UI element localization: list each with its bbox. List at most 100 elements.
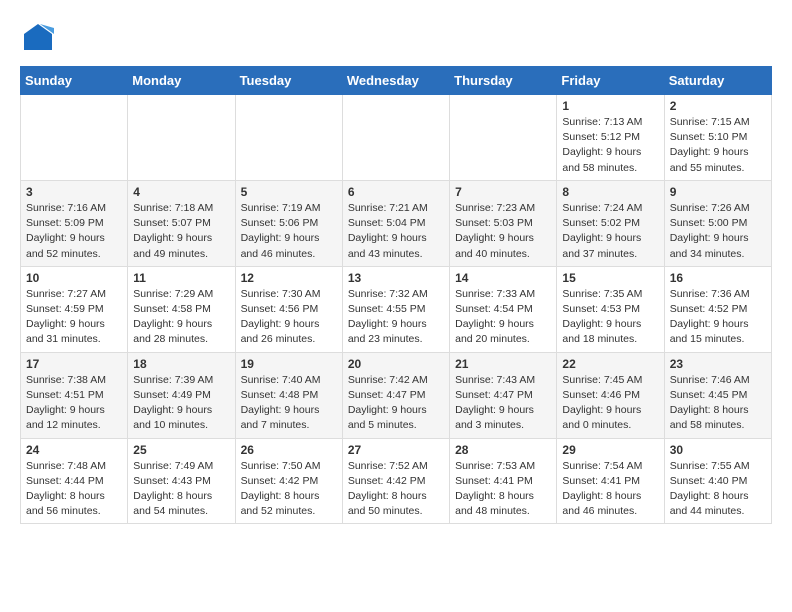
weekday-header: Saturday [664,67,771,95]
day-info: Sunrise: 7:54 AM Sunset: 4:41 PM Dayligh… [562,459,658,520]
calendar-day-cell: 14 Sunrise: 7:33 AM Sunset: 4:54 PM Dayli… [450,266,557,352]
day-info: Sunrise: 7:24 AM Sunset: 5:02 PM Dayligh… [562,201,658,262]
day-number: 15 [562,271,658,285]
day-info: Sunrise: 7:40 AM Sunset: 4:48 PM Dayligh… [241,373,337,434]
day-number: 27 [348,443,444,457]
weekday-header: Sunday [21,67,128,95]
day-number: 5 [241,185,337,199]
day-number: 16 [670,271,766,285]
calendar-day-cell: 21 Sunrise: 7:43 AM Sunset: 4:47 PM Dayli… [450,352,557,438]
logo [20,20,62,56]
day-info: Sunrise: 7:15 AM Sunset: 5:10 PM Dayligh… [670,115,766,176]
day-number: 7 [455,185,551,199]
day-number: 2 [670,99,766,113]
logo-icon [20,20,56,56]
weekday-header: Tuesday [235,67,342,95]
calendar-day-cell: 27 Sunrise: 7:52 AM Sunset: 4:42 PM Dayli… [342,438,449,524]
day-info: Sunrise: 7:52 AM Sunset: 4:42 PM Dayligh… [348,459,444,520]
calendar-day-cell: 10 Sunrise: 7:27 AM Sunset: 4:59 PM Dayli… [21,266,128,352]
day-number: 25 [133,443,229,457]
day-info: Sunrise: 7:19 AM Sunset: 5:06 PM Dayligh… [241,201,337,262]
day-info: Sunrise: 7:36 AM Sunset: 4:52 PM Dayligh… [670,287,766,348]
calendar-day-cell: 17 Sunrise: 7:38 AM Sunset: 4:51 PM Dayli… [21,352,128,438]
calendar-table: SundayMondayTuesdayWednesdayThursdayFrid… [20,66,772,524]
day-number: 18 [133,357,229,371]
day-number: 11 [133,271,229,285]
calendar-day-cell: 30 Sunrise: 7:55 AM Sunset: 4:40 PM Dayli… [664,438,771,524]
weekday-header: Friday [557,67,664,95]
calendar-day-cell: 13 Sunrise: 7:32 AM Sunset: 4:55 PM Dayli… [342,266,449,352]
weekday-header: Wednesday [342,67,449,95]
calendar-week-row: 17 Sunrise: 7:38 AM Sunset: 4:51 PM Dayli… [21,352,772,438]
day-number: 4 [133,185,229,199]
calendar-day-cell: 19 Sunrise: 7:40 AM Sunset: 4:48 PM Dayli… [235,352,342,438]
calendar-week-row: 10 Sunrise: 7:27 AM Sunset: 4:59 PM Dayli… [21,266,772,352]
calendar-day-cell: 2 Sunrise: 7:15 AM Sunset: 5:10 PM Daylig… [664,95,771,181]
day-number: 12 [241,271,337,285]
day-number: 14 [455,271,551,285]
calendar-day-cell: 6Sunrise: 7:21 AM Sunset: 5:04 PM Daylig… [342,180,449,266]
weekday-header: Monday [128,67,235,95]
calendar-day-cell: 9Sunrise: 7:26 AM Sunset: 5:00 PM Daylig… [664,180,771,266]
day-number: 23 [670,357,766,371]
day-info: Sunrise: 7:39 AM Sunset: 4:49 PM Dayligh… [133,373,229,434]
calendar-day-cell: 25Sunrise: 7:49 AM Sunset: 4:43 PM Dayli… [128,438,235,524]
calendar-day-cell: 5 Sunrise: 7:19 AM Sunset: 5:06 PM Daylig… [235,180,342,266]
calendar-day-cell: 3 Sunrise: 7:16 AM Sunset: 5:09 PM Daylig… [21,180,128,266]
day-info: Sunrise: 7:42 AM Sunset: 4:47 PM Dayligh… [348,373,444,434]
calendar-day-cell: 16 Sunrise: 7:36 AM Sunset: 4:52 PM Dayli… [664,266,771,352]
day-info: Sunrise: 7:43 AM Sunset: 4:47 PM Dayligh… [455,373,551,434]
calendar-day-cell: 20 Sunrise: 7:42 AM Sunset: 4:47 PM Dayli… [342,352,449,438]
day-number: 21 [455,357,551,371]
calendar-day-cell: 7Sunrise: 7:23 AM Sunset: 5:03 PM Daylig… [450,180,557,266]
day-info: Sunrise: 7:13 AM Sunset: 5:12 PM Dayligh… [562,115,658,176]
day-info: Sunrise: 7:32 AM Sunset: 4:55 PM Dayligh… [348,287,444,348]
weekday-header: Thursday [450,67,557,95]
calendar-week-row: 1 Sunrise: 7:13 AM Sunset: 5:12 PM Daylig… [21,95,772,181]
calendar-day-cell: 11 Sunrise: 7:29 AM Sunset: 4:58 PM Dayli… [128,266,235,352]
calendar-day-cell: 15 Sunrise: 7:35 AM Sunset: 4:53 PM Dayli… [557,266,664,352]
day-number: 9 [670,185,766,199]
day-number: 29 [562,443,658,457]
day-number: 13 [348,271,444,285]
calendar-day-cell: 29 Sunrise: 7:54 AM Sunset: 4:41 PM Dayli… [557,438,664,524]
day-info: Sunrise: 7:38 AM Sunset: 4:51 PM Dayligh… [26,373,122,434]
calendar-day-cell: 1 Sunrise: 7:13 AM Sunset: 5:12 PM Daylig… [557,95,664,181]
calendar-day-cell [235,95,342,181]
day-number: 28 [455,443,551,457]
day-number: 20 [348,357,444,371]
day-info: Sunrise: 7:35 AM Sunset: 4:53 PM Dayligh… [562,287,658,348]
day-info: Sunrise: 7:50 AM Sunset: 4:42 PM Dayligh… [241,459,337,520]
day-info: Sunrise: 7:21 AM Sunset: 5:04 PM Dayligh… [348,201,444,262]
calendar-day-cell [128,95,235,181]
day-info: Sunrise: 7:55 AM Sunset: 4:40 PM Dayligh… [670,459,766,520]
day-number: 3 [26,185,122,199]
day-info: Sunrise: 7:46 AM Sunset: 4:45 PM Dayligh… [670,373,766,434]
day-number: 10 [26,271,122,285]
calendar-day-cell [21,95,128,181]
day-info: Sunrise: 7:27 AM Sunset: 4:59 PM Dayligh… [26,287,122,348]
day-info: Sunrise: 7:16 AM Sunset: 5:09 PM Dayligh… [26,201,122,262]
calendar-week-row: 3 Sunrise: 7:16 AM Sunset: 5:09 PM Daylig… [21,180,772,266]
day-number: 8 [562,185,658,199]
calendar-day-cell: 12Sunrise: 7:30 AM Sunset: 4:56 PM Dayli… [235,266,342,352]
day-info: Sunrise: 7:53 AM Sunset: 4:41 PM Dayligh… [455,459,551,520]
day-number: 17 [26,357,122,371]
calendar-day-cell: 8 Sunrise: 7:24 AM Sunset: 5:02 PM Daylig… [557,180,664,266]
calendar-day-cell: 24 Sunrise: 7:48 AM Sunset: 4:44 PM Dayli… [21,438,128,524]
day-number: 24 [26,443,122,457]
day-info: Sunrise: 7:48 AM Sunset: 4:44 PM Dayligh… [26,459,122,520]
calendar-day-cell: 4Sunrise: 7:18 AM Sunset: 5:07 PM Daylig… [128,180,235,266]
day-info: Sunrise: 7:29 AM Sunset: 4:58 PM Dayligh… [133,287,229,348]
calendar-week-row: 24 Sunrise: 7:48 AM Sunset: 4:44 PM Dayli… [21,438,772,524]
calendar-day-cell: 26 Sunrise: 7:50 AM Sunset: 4:42 PM Dayli… [235,438,342,524]
day-number: 26 [241,443,337,457]
day-info: Sunrise: 7:33 AM Sunset: 4:54 PM Dayligh… [455,287,551,348]
page-header [20,20,772,56]
day-number: 30 [670,443,766,457]
day-number: 1 [562,99,658,113]
calendar-header-row: SundayMondayTuesdayWednesdayThursdayFrid… [21,67,772,95]
day-number: 19 [241,357,337,371]
calendar-day-cell: 22Sunrise: 7:45 AM Sunset: 4:46 PM Dayli… [557,352,664,438]
calendar-day-cell: 18 Sunrise: 7:39 AM Sunset: 4:49 PM Dayli… [128,352,235,438]
